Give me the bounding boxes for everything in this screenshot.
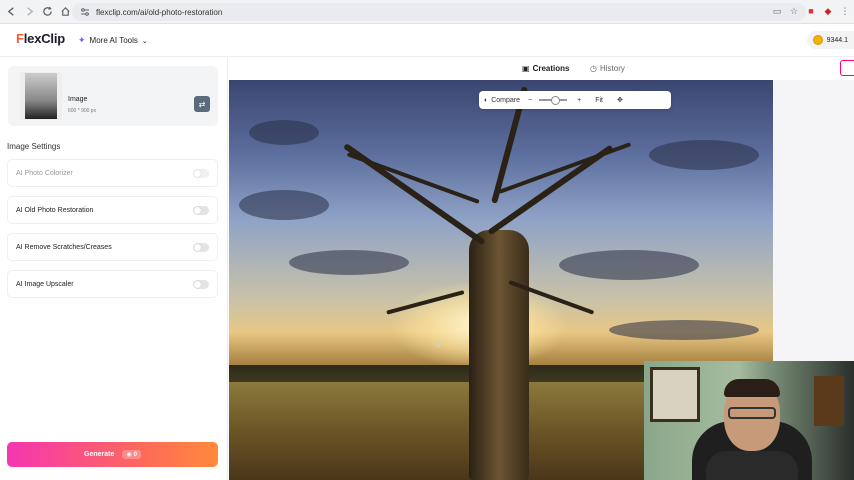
extension-red-icon[interactable]: ■ (804, 4, 818, 18)
image-toolbar: ◐ Compare − + Fit ✥ (479, 91, 671, 109)
zoom-slider[interactable] (539, 96, 568, 105)
setting-ai-old-photo-restoration: AI Old Photo Restoration (7, 196, 218, 224)
setting-label: AI Remove Scratches/Creases (16, 244, 112, 251)
image-card: Image 600 * 900 px ⇄ (8, 66, 218, 126)
logo-text: lexClip (23, 31, 65, 46)
tree-trunk (469, 230, 529, 480)
url-text: flexclip.com/ai/old-photo-restoration (96, 7, 223, 17)
credit-icon: ◉ (126, 452, 132, 458)
generate-cost: ◉ 0 (122, 450, 141, 459)
move-cursor-icon: ✥ (434, 340, 443, 351)
sparkle-icon: ✦ (78, 35, 86, 45)
zoom-in-button[interactable]: + (571, 97, 587, 104)
image-settings-title: Image Settings (7, 142, 61, 151)
webcam-overlay (644, 361, 854, 480)
zoom-out-button[interactable]: − (525, 97, 535, 104)
setting-label: AI Old Photo Restoration (16, 207, 94, 214)
setting-label: AI Image Upscaler (16, 281, 74, 288)
tab-history[interactable]: ◷ History (590, 64, 625, 73)
upscaler-toggle[interactable] (193, 280, 209, 289)
address-bar[interactable]: flexclip.com/ai/old-photo-restoration (72, 3, 806, 21)
setting-ai-image-upscaler: AI Image Upscaler (7, 270, 218, 298)
flexclip-logo[interactable]: FlexClip (16, 31, 65, 46)
image-dimensions: 600 * 900 px (68, 108, 97, 114)
credits-badge[interactable]: 9344.1 (806, 31, 854, 49)
colorizer-toggle (193, 169, 209, 178)
creations-icon: ▣ (522, 64, 530, 73)
compare-button[interactable]: ◐ Compare (479, 97, 525, 104)
tab-history-label: History (599, 64, 625, 73)
bookmark-star-icon[interactable]: ☆ (787, 4, 801, 18)
reload-icon[interactable] (38, 3, 56, 21)
move-icon[interactable]: ✥ (611, 96, 629, 104)
settings-sidebar: Image 600 * 900 px ⇄ Image Settings AI P… (0, 58, 228, 480)
image-title: Image (68, 96, 88, 103)
more-ai-tools-menu[interactable]: ✦ More AI Tools ⌄ (78, 35, 148, 46)
compare-icon: ◐ (484, 96, 489, 104)
side-panel-handle[interactable] (840, 60, 854, 76)
tab-creations[interactable]: ▣ Creations (522, 64, 569, 73)
result-tabs: ▣ Creations ◷ History (229, 58, 854, 80)
setting-ai-remove-scratches: AI Remove Scratches/Creases (7, 233, 218, 261)
setting-ai-photo-colorizer: AI Photo Colorizer (7, 159, 218, 187)
setting-label: AI Photo Colorizer (16, 170, 73, 177)
fit-button[interactable]: Fit (587, 97, 611, 104)
extension-icon[interactable]: ◆ (821, 4, 835, 18)
site-info-icon[interactable] (80, 7, 90, 17)
back-icon[interactable] (2, 3, 20, 21)
replace-image-icon[interactable]: ⇄ (194, 96, 210, 112)
image-thumbnail (20, 72, 62, 120)
history-icon: ◷ (590, 64, 597, 73)
logo-mark: F (16, 31, 24, 46)
generate-label: Generate (84, 451, 115, 458)
more-ai-tools-label: More AI Tools (89, 36, 138, 45)
restoration-toggle[interactable] (193, 206, 209, 215)
generate-cost-value: 0 (133, 451, 137, 458)
forward-icon[interactable] (20, 3, 38, 21)
chevron-down-icon: ⌄ (141, 37, 148, 45)
credits-value: 9344.1 (826, 36, 848, 44)
cast-icon[interactable]: ▭ (770, 4, 784, 18)
tab-creations-label: Creations (532, 64, 570, 73)
app-header: FlexClip ✦ More AI Tools ⌄ 9344.1 (0, 25, 854, 57)
scratches-toggle[interactable] (193, 243, 209, 252)
browser-toolbar: flexclip.com/ai/old-photo-restoration ▭ … (0, 0, 854, 24)
generate-button[interactable]: Generate ◉ 0 (7, 442, 218, 467)
coin-icon (812, 35, 823, 45)
menu-dots-icon[interactable]: ⋮ (838, 4, 852, 18)
browser-actions: ▭ ☆ ■ ◆ ⋮ (770, 4, 852, 18)
compare-label: Compare (491, 96, 521, 104)
